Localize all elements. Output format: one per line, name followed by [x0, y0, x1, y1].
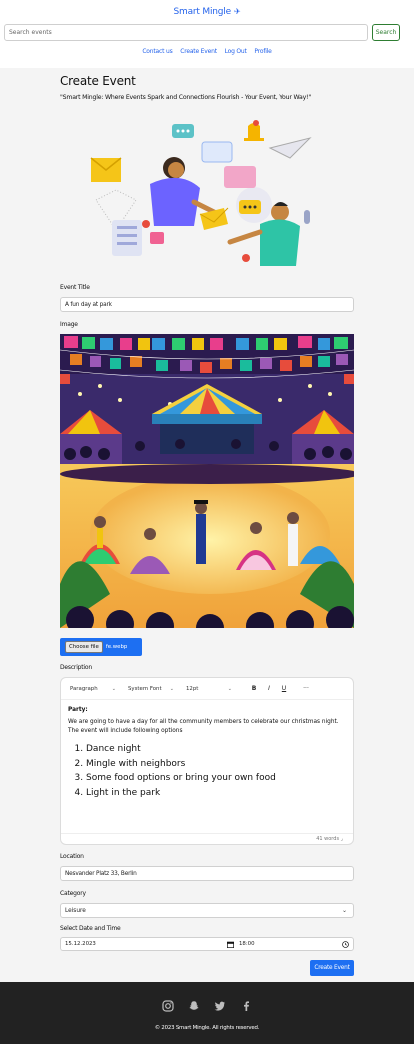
category-select[interactable]: Leisure ⌄: [60, 903, 354, 918]
brand-name[interactable]: Smart Mingle: [174, 7, 232, 17]
tagline: "Smart Mingle: Where Events Spark and Co…: [60, 94, 311, 101]
event-title-label: Event Title: [60, 284, 90, 291]
more-options-button[interactable]: ···: [300, 685, 312, 692]
paper-plane-icon: ✈: [233, 7, 241, 16]
word-count-text: 41 words: [316, 836, 340, 842]
snapchat-icon[interactable]: [188, 997, 200, 1010]
font-family-select[interactable]: System Font ⌄: [124, 683, 178, 695]
chevron-down-icon: ⌄: [169, 685, 174, 692]
category-label: Category: [60, 890, 86, 897]
nav-profile[interactable]: Profile: [254, 48, 271, 55]
editor-paragraph: We are going to have a day for all the c…: [68, 719, 339, 734]
font-family-value: System Font: [128, 685, 162, 692]
font-size-value: 12pt: [186, 685, 199, 692]
description-label: Description: [60, 664, 92, 671]
block-format-select[interactable]: Paragraph ⌄: [66, 683, 120, 695]
underline-button[interactable]: U: [278, 685, 290, 692]
search-button[interactable]: Search: [372, 24, 400, 41]
chevron-down-icon: ⌄: [341, 907, 347, 914]
page-title: Create Event: [60, 74, 136, 88]
date-value[interactable]: 15.12.2023: [65, 941, 96, 947]
editor-toolbar: Paragraph ⌄ System Font ⌄ 12pt ⌄ B I U ···: [61, 678, 353, 700]
search-input[interactable]: [4, 24, 368, 41]
list-item: Some food options or bring your own food: [86, 771, 346, 786]
social-links: [0, 997, 414, 1012]
file-name: fe.webp: [105, 644, 128, 650]
rich-text-editor[interactable]: Paragraph ⌄ System Font ⌄ 12pt ⌄ B I U ··· …: [60, 677, 354, 845]
datetime-label: Select Date and Time: [60, 925, 121, 932]
datetime-input[interactable]: 15.12.2023 18:00: [60, 937, 354, 951]
resize-handle-icon[interactable]: ⌟: [341, 836, 343, 842]
list-item: Mingle with neighbors: [86, 757, 346, 772]
twitter-icon[interactable]: [214, 997, 226, 1011]
copyright: © 2023 Smart Mingle. All rights reserved…: [154, 1025, 260, 1031]
list-item: Dance night: [86, 742, 346, 757]
nav-log-out[interactable]: Log Out: [225, 48, 247, 55]
clock-icon[interactable]: [342, 941, 349, 948]
location-label: Location: [60, 853, 84, 860]
category-value: Leisure: [65, 907, 86, 914]
file-upload[interactable]: Choose file fe.webp: [60, 638, 142, 656]
time-value[interactable]: 18:00: [239, 941, 255, 947]
italic-button[interactable]: I: [263, 685, 275, 692]
location-input[interactable]: Nesvander Platz 33, Berlin: [60, 866, 354, 881]
hero-illustration: [90, 120, 312, 266]
editor-content[interactable]: Party: We are going to have a day for al…: [61, 700, 353, 800]
word-count: 41 words ⌟: [61, 833, 353, 844]
calendar-icon[interactable]: [227, 941, 234, 948]
main-nav: Contact us Create Event Log Out Profile: [0, 48, 414, 55]
site-footer: © 2023 Smart Mingle. All rights reserved…: [0, 982, 414, 1044]
nav-create-event[interactable]: Create Event: [180, 48, 217, 55]
editor-heading: Party:: [68, 707, 88, 713]
instagram-icon[interactable]: [162, 997, 174, 1012]
facebook-icon[interactable]: [240, 997, 252, 1011]
chevron-down-icon: ⌄: [227, 685, 232, 692]
chevron-down-icon: ⌄: [111, 685, 116, 692]
create-event-button[interactable]: Create Event: [310, 960, 354, 976]
image-label: Image: [60, 321, 78, 328]
font-size-select[interactable]: 12pt ⌄: [182, 683, 236, 695]
brand[interactable]: Smart Mingle ✈: [0, 7, 414, 17]
site-header: Smart Mingle✈ Search Contact us Create E…: [0, 0, 414, 68]
event-title-input[interactable]: A fun day at park: [60, 297, 354, 312]
nav-contact-us[interactable]: Contact us: [142, 48, 172, 55]
choose-file-button[interactable]: Choose file: [65, 641, 103, 653]
block-format-value: Paragraph: [70, 685, 98, 692]
list-item: Light in the park: [86, 786, 346, 801]
event-image: [60, 334, 354, 628]
bold-button[interactable]: B: [248, 685, 260, 692]
editor-list: Dance night Mingle with neighbors Some f…: [86, 742, 346, 800]
